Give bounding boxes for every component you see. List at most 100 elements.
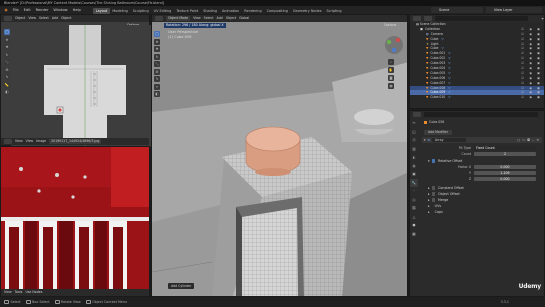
- object-offset-checkbox[interactable]: [431, 192, 436, 196]
- workspace-tab-uv-editing[interactable]: UV Editing: [151, 8, 174, 14]
- exclude-checkbox-icon[interactable]: ☑: [521, 95, 524, 100]
- render-toggle-icon[interactable]: ◘: [527, 138, 530, 142]
- physics-tab-icon[interactable]: ◎: [410, 196, 418, 204]
- main-add-cube-tool-icon[interactable]: ◧: [154, 91, 160, 97]
- constraints-tab-icon[interactable]: ⛓: [410, 204, 418, 212]
- modifier-wrench-tab-icon[interactable]: 🔧: [410, 178, 418, 187]
- merge-checkbox[interactable]: [431, 198, 436, 202]
- outliner-row[interactable]: ▼ Cube.010 ▽ ☑ ◉ ▣: [410, 95, 544, 100]
- camera-view-icon[interactable]: ◙: [388, 75, 394, 81]
- add-cube-tool-icon[interactable]: ◧: [4, 89, 10, 95]
- workspace-tab-scripting[interactable]: Scripting: [324, 8, 344, 14]
- scene-tab-icon[interactable]: ◭: [410, 153, 418, 161]
- main-annotate-tool-icon[interactable]: ✎: [154, 76, 160, 82]
- pan-hand-icon[interactable]: ✋: [388, 67, 394, 73]
- factor-x-field[interactable]: 0.000: [474, 164, 536, 170]
- top-header-object-menu[interactable]: Object: [61, 15, 71, 22]
- outliner-search-input[interactable]: [435, 16, 529, 21]
- main-editor-type-button[interactable]: [155, 16, 163, 21]
- factor-z-field[interactable]: 0.000: [474, 176, 536, 182]
- render-camera-icon[interactable]: ▣: [537, 95, 540, 100]
- menu-help[interactable]: Help: [70, 6, 83, 14]
- workspace-tab-geometry-nodes[interactable]: Geometry Nodes: [290, 8, 324, 14]
- perspective-toggle-icon[interactable]: ▦: [388, 83, 394, 89]
- remove-modifier-icon[interactable]: ✕: [536, 138, 539, 142]
- material-tab-icon[interactable]: ●: [410, 221, 418, 229]
- editor-type-button[interactable]: [4, 16, 12, 21]
- output-tab-icon[interactable]: ⎙: [410, 136, 418, 144]
- viewport-toggle-icon[interactable]: ▭: [522, 138, 525, 142]
- fit-type-dropdown[interactable]: Fixed Count: [474, 145, 536, 151]
- move-tool-icon[interactable]: ✥: [4, 44, 10, 50]
- main-move-tool-icon[interactable]: ✥: [154, 46, 160, 52]
- main-transform-tool-icon[interactable]: ⊞: [154, 68, 160, 75]
- select-box-tool-icon[interactable]: ▢: [4, 29, 10, 35]
- workspace-tab-modeling[interactable]: Modeling: [110, 8, 130, 14]
- menu-edit[interactable]: Edit: [21, 6, 33, 14]
- editmode-toggle-icon[interactable]: ▢: [517, 138, 520, 142]
- visibility-eye-icon[interactable]: ◉: [529, 95, 532, 100]
- image-header-view2[interactable]: View: [26, 138, 34, 145]
- workspace-tab-layout[interactable]: Layout: [93, 7, 110, 14]
- main-cursor-tool-icon[interactable]: ⊕: [154, 38, 160, 45]
- measure-tool-icon[interactable]: 📏: [4, 81, 10, 88]
- transform-tool-icon[interactable]: ⊞: [4, 66, 10, 73]
- photo-footer-tools[interactable]: Tools: [15, 289, 23, 296]
- zoom-icon[interactable]: ⌕: [388, 59, 394, 65]
- rotate-tool-icon[interactable]: ↻: [4, 51, 10, 58]
- caps-panel[interactable]: ▸ Caps: [422, 209, 542, 215]
- relative-offset-checkbox[interactable]: [431, 159, 436, 163]
- image-name-field[interactable]: 20190117_144924/4896/3.jpg: [49, 139, 102, 144]
- filter-icon[interactable]: ⏷: [541, 17, 544, 21]
- particles-tab-icon[interactable]: ⁘: [410, 187, 418, 195]
- top-header-view[interactable]: View: [28, 15, 36, 22]
- workspace-tab-animation[interactable]: Animation: [219, 8, 241, 14]
- photo-footer-view[interactable]: View: [4, 289, 12, 296]
- main-header-view[interactable]: View: [193, 15, 201, 22]
- main-header-object[interactable]: Object: [226, 15, 236, 22]
- menu-window[interactable]: Window: [51, 6, 70, 14]
- top-header-add[interactable]: Add: [52, 15, 58, 22]
- scale-tool-icon[interactable]: ⤡: [4, 59, 10, 65]
- cursor-tool-icon[interactable]: ⊕: [4, 36, 10, 43]
- main-3d-viewport[interactable]: Object Mode View Select Add Object Globa…: [151, 14, 408, 297]
- main-navigation-gizmo[interactable]: [384, 35, 404, 55]
- last-operator-panel[interactable]: Add Cylinder: [168, 283, 195, 289]
- factor-y-field[interactable]: 1.109: [474, 170, 536, 176]
- properties-search-input[interactable]: [424, 112, 538, 117]
- menu-file[interactable]: File: [10, 6, 21, 14]
- top-header-select[interactable]: Select: [39, 15, 49, 22]
- array-modifier-header[interactable]: ▾ ⧉ Array ▢ ▭ ◘ ⌄ ✕: [422, 137, 542, 143]
- scene-selector[interactable]: Scene: [431, 7, 483, 13]
- properties-type-button[interactable]: [413, 112, 421, 117]
- main-header-select[interactable]: Select: [204, 15, 214, 22]
- annotate-tool-icon[interactable]: ✎: [4, 74, 10, 80]
- modifier-wrench-icon[interactable]: ▽: [448, 95, 450, 100]
- menu-render[interactable]: Render: [33, 6, 51, 14]
- transform-orientation[interactable]: Global: [239, 15, 249, 22]
- main-header-add[interactable]: Add: [217, 15, 223, 22]
- main-rotate-tool-icon[interactable]: ↻: [154, 53, 160, 60]
- constant-offset-checkbox[interactable]: [431, 186, 436, 190]
- modifier-name-field[interactable]: Array: [431, 137, 466, 143]
- mode-selector[interactable]: Object Mode: [166, 16, 191, 21]
- image-header-view[interactable]: View: [15, 138, 23, 145]
- tool-tab-icon[interactable]: ✂: [410, 119, 418, 127]
- image-header-image[interactable]: Image: [36, 138, 46, 145]
- main-measure-tool-icon[interactable]: ⌖: [154, 83, 160, 90]
- workspace-tab-compositing[interactable]: Compositing: [264, 8, 290, 14]
- top-header-object[interactable]: Object: [15, 15, 25, 22]
- collapse-chevron-icon[interactable]: ▾: [424, 138, 426, 142]
- render-tab-icon[interactable]: ◫: [410, 128, 418, 136]
- top-ortho-viewport[interactable]: Object View Select Add Object Top Orthog…: [0, 14, 151, 147]
- outliner-display-mode[interactable]: [424, 16, 432, 21]
- world-tab-icon[interactable]: ◍: [410, 162, 418, 170]
- photo-footer-use-nodes[interactable]: Use Nodes: [25, 289, 42, 296]
- add-modifier-button[interactable]: Add Modifier: [424, 129, 453, 135]
- modifier-menu-icon[interactable]: ⌄: [532, 138, 535, 142]
- outliner-type-button[interactable]: [413, 16, 421, 21]
- image-editor-type-button[interactable]: [4, 139, 12, 144]
- main-scale-tool-icon[interactable]: ⤡: [154, 61, 160, 67]
- data-tab-icon[interactable]: △: [410, 213, 418, 221]
- view-layer-selector[interactable]: View Layer: [486, 7, 542, 13]
